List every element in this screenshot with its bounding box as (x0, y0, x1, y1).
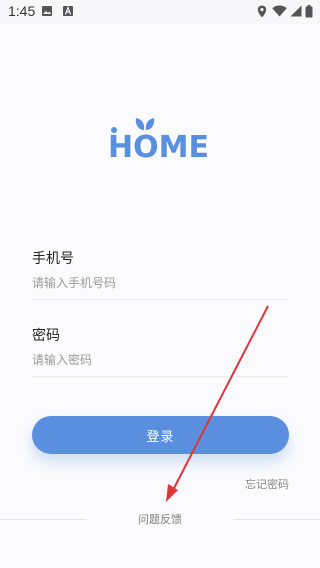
logo-text: HOME (108, 130, 209, 162)
wifi-icon (272, 5, 287, 17)
phone-label: 手机号 (32, 250, 74, 266)
signal-icon (290, 5, 302, 17)
status-bar: 1:45 (0, 0, 320, 24)
password-divider (32, 376, 288, 377)
password-label: 密码 (32, 327, 60, 343)
password-input[interactable] (32, 347, 288, 373)
status-time: 1:45 (8, 3, 36, 19)
battery-icon (305, 5, 313, 18)
location-icon (257, 5, 267, 18)
home-logo: HOME (104, 110, 216, 165)
feedback-divider-left (0, 519, 86, 520)
phone-divider (32, 299, 288, 300)
forgot-password-link[interactable]: 忘记密码 (245, 476, 289, 492)
font-icon (63, 5, 73, 16)
feedback-link[interactable]: 问题反馈 (120, 511, 200, 527)
image-icon (42, 6, 52, 16)
phone-input[interactable] (32, 270, 288, 296)
arrow-head-icon (166, 484, 178, 502)
login-button[interactable]: 登录 (32, 416, 289, 454)
leaf-icon (135, 118, 155, 130)
feedback-divider-right (234, 519, 320, 520)
